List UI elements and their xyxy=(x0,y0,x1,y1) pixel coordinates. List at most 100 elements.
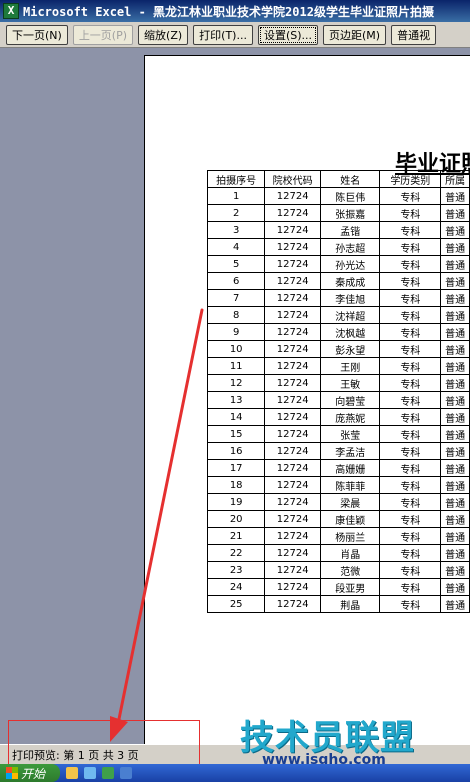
table-cell: 普通 xyxy=(440,476,470,494)
table-row: 14 12724 庞燕妮 专科 普通 xyxy=(206,408,470,426)
table-row: 3 12724 孟锴 专科 普通 xyxy=(206,221,470,239)
table-cell: 专科 xyxy=(379,187,442,205)
table-row: 11 12724 王刚 专科 普通 xyxy=(206,357,470,375)
table-row: 5 12724 孙光达 专科 普通 xyxy=(206,255,470,273)
table-cell: 21 xyxy=(206,527,266,545)
table-cell: 专科 xyxy=(379,459,442,477)
table-cell: 专科 xyxy=(379,272,442,290)
table-cell: 康佳颖 xyxy=(319,510,381,528)
table-cell: 12724 xyxy=(264,374,321,392)
table-cell: 12724 xyxy=(264,476,321,494)
folder-icon[interactable] xyxy=(66,767,78,779)
table-cell: 王刚 xyxy=(319,357,381,375)
table-cell: 专科 xyxy=(379,544,442,562)
table-cell: 12724 xyxy=(264,493,321,511)
table-cell: 12724 xyxy=(264,595,321,613)
table-cell: 普通 xyxy=(440,272,470,290)
table-cell: 杨丽兰 xyxy=(319,527,381,545)
table-cell: 专科 xyxy=(379,238,442,256)
table-cell: 普通 xyxy=(440,391,470,409)
app-icon[interactable] xyxy=(120,767,132,779)
table-cell: 专科 xyxy=(379,476,442,494)
start-label: 开始 xyxy=(21,766,46,781)
table-row: 12 12724 王敏 专科 普通 xyxy=(206,374,470,392)
status-page-text: 打印预览: 第 1 页 共 3 页 xyxy=(12,748,139,762)
margins-button[interactable]: 页边距(M) xyxy=(323,24,387,45)
table-cell: 23 xyxy=(206,561,266,579)
table-cell: 12724 xyxy=(264,442,321,460)
table-cell: 12724 xyxy=(264,323,321,341)
table-cell: 陈菲菲 xyxy=(319,476,381,494)
table-cell: 24 xyxy=(206,578,266,596)
table-cell: 普通 xyxy=(440,459,470,477)
table-cell: 沈祥超 xyxy=(319,306,381,324)
table-cell: 孟锴 xyxy=(319,221,381,239)
table-cell: 沈枫越 xyxy=(319,323,381,341)
table-row: 7 12724 李佳旭 专科 普通 xyxy=(206,289,470,307)
table-cell: 普通 xyxy=(440,425,470,443)
table-cell: 彭永望 xyxy=(319,340,381,358)
table-cell: 李孟洁 xyxy=(319,442,381,460)
excel-app-icon: X xyxy=(3,3,19,19)
table-row: 21 12724 杨丽兰 专科 普通 xyxy=(206,527,470,545)
table-cell: 12724 xyxy=(264,391,321,409)
table-cell: 普通 xyxy=(440,578,470,596)
table-cell: 15 xyxy=(206,425,266,443)
table-cell: 7 xyxy=(206,289,266,307)
table-cell: 专科 xyxy=(379,204,442,222)
print-preview-toolbar: 下一页(N) 上一页(P) 缩放(Z) 打印(T)... 设置(S)... 页边… xyxy=(0,22,470,48)
table-cell: 专科 xyxy=(379,357,442,375)
table-cell: 普通 xyxy=(440,510,470,528)
preview-workspace: 毕业证照 拍摄序号 院校代码 姓名 学历类别 所属 112724陈巨伟专科普通2… xyxy=(0,48,470,744)
table-cell: 荆晶 xyxy=(319,595,381,613)
table-cell: 专科 xyxy=(379,425,442,443)
table-cell: 8 xyxy=(206,306,266,324)
table-cell: 专科 xyxy=(379,391,442,409)
table-cell: 普通 xyxy=(440,408,470,426)
table-row: 22 12724 肖晶 专科 普通 xyxy=(206,544,470,562)
table-cell: 12 xyxy=(206,374,266,392)
windows-logo-icon xyxy=(6,767,18,779)
table-cell: 专科 xyxy=(379,510,442,528)
table-cell: 17 xyxy=(206,459,266,477)
table-cell: 12724 xyxy=(264,408,321,426)
table-row: 9 12724 沈枫越 专科 普通 xyxy=(206,323,470,341)
setup-button[interactable]: 设置(S)... xyxy=(257,24,319,45)
table-row: 23 12724 范微 专科 普通 xyxy=(206,561,470,579)
table-cell: 12724 xyxy=(264,306,321,324)
app-icon[interactable] xyxy=(102,767,114,779)
next-page-button[interactable]: 下一页(N) xyxy=(6,24,68,45)
table-cell: 专科 xyxy=(379,255,442,273)
table-cell: 专科 xyxy=(379,221,442,239)
table-cell: 14 xyxy=(206,408,266,426)
prev-page-button[interactable]: 上一页(P) xyxy=(72,24,134,45)
table-cell: 18 xyxy=(206,476,266,494)
table-cell: 16 xyxy=(206,442,266,460)
table-cell: 秦成成 xyxy=(319,272,381,290)
table-cell: 普通 xyxy=(440,544,470,562)
window-title: Microsoft Excel - 黑龙江林业职业技术学院2012级学生毕业证照… xyxy=(23,4,434,19)
table-row: 1 12724 陈巨伟 专科 普通 xyxy=(206,187,470,205)
preview-page[interactable]: 毕业证照 拍摄序号 院校代码 姓名 学历类别 所属 112724陈巨伟专科普通2… xyxy=(144,55,470,744)
table-row: 20 12724 康佳颖 专科 普通 xyxy=(206,510,470,528)
table-cell: 1 xyxy=(206,187,266,205)
table-cell: 专科 xyxy=(379,493,442,511)
table-cell: 肖晶 xyxy=(319,544,381,562)
table-cell: 普通 xyxy=(440,204,470,222)
table-row: 18 12724 陈菲菲 专科 普通 xyxy=(206,476,470,494)
header-cell: 姓名 xyxy=(319,170,381,188)
browser-icon[interactable] xyxy=(84,767,96,779)
table-cell: 陈巨伟 xyxy=(319,187,381,205)
table-cell: 19 xyxy=(206,493,266,511)
table-cell: 专科 xyxy=(379,306,442,324)
table-cell: 11 xyxy=(206,357,266,375)
table-cell: 专科 xyxy=(379,323,442,341)
table-cell: 普通 xyxy=(440,493,470,511)
normal-view-button[interactable]: 普通视 xyxy=(391,24,437,45)
table-cell: 12724 xyxy=(264,187,321,205)
zoom-button[interactable]: 缩放(Z) xyxy=(138,24,189,45)
start-button[interactable]: 开始 xyxy=(0,764,60,782)
print-button[interactable]: 打印(T)... xyxy=(193,24,253,45)
table-cell: 10 xyxy=(206,340,266,358)
table-cell: 专科 xyxy=(379,595,442,613)
